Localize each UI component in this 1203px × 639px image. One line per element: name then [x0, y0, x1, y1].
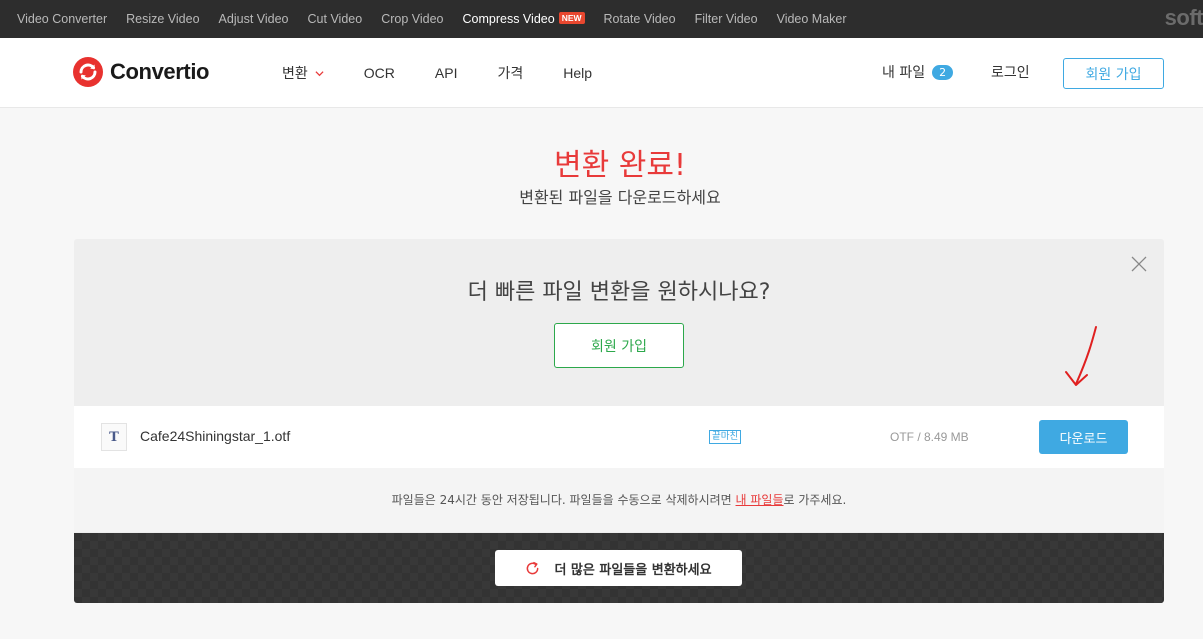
top-tools-bar: Video Converter Resize Video Adjust Vide… — [0, 0, 1203, 38]
refresh-icon — [527, 561, 539, 574]
file-name: Cafe24Shiningstar_1.otf — [140, 428, 291, 444]
my-files-count-badge: 2 — [932, 64, 954, 80]
signup-button[interactable]: 회원 가입 — [1063, 58, 1164, 89]
nav-convert-label: 변환 — [282, 65, 308, 81]
convert-more-label: 더 많은 파일들을 변환하세요 — [554, 562, 712, 578]
storage-notice-text: 파일들은 24시간 동안 저장됩니다. 파일들을 수동으로 삭제하시려면 — [391, 493, 736, 507]
red-arrow-annotation-icon — [1065, 326, 1097, 386]
my-files-label: 내 파일 — [882, 65, 926, 81]
convert-more-button[interactable]: 더 많은 파일들을 변환하세요 — [495, 550, 742, 586]
promo-signup-button[interactable]: 회원 가입 — [554, 323, 684, 368]
main-nav: 변환 OCR API 가격 Help — [282, 38, 632, 108]
file-row: T Cafe24Shiningstar_1.otf 끝마친 OTF / 8.49… — [74, 406, 1164, 468]
tool-link-crop-video[interactable]: Crop Video — [381, 12, 443, 26]
nav-ocr[interactable]: OCR — [364, 65, 395, 81]
tool-link-compress-video-label: Compress Video — [462, 12, 555, 26]
tool-link-video-maker[interactable]: Video Maker — [777, 12, 847, 26]
my-files-notice-link[interactable]: 내 파일들 — [736, 493, 784, 507]
nav-convert[interactable]: 변환 — [282, 63, 324, 83]
download-button[interactable]: 다운로드 — [1039, 420, 1128, 454]
tool-link-cut-video[interactable]: Cut Video — [308, 12, 363, 26]
tool-link-rotate-video[interactable]: Rotate Video — [604, 12, 676, 26]
convertio-logo-icon — [73, 57, 103, 87]
status-badge: 끝마친 — [709, 430, 742, 444]
close-icon[interactable] — [1131, 256, 1147, 272]
tool-link-adjust-video[interactable]: Adjust Video — [219, 12, 289, 26]
promo-text: 더 빠른 파일 변환을 원하시나요? — [467, 280, 771, 305]
chevron-down-icon — [315, 70, 324, 76]
page-title: 변환 완료! — [554, 148, 686, 183]
softo-brand-logo[interactable]: soft — [1165, 5, 1203, 31]
storage-notice-tail: 로 가주세요. — [783, 493, 847, 507]
site-header: Convertio 변환 OCR API 가격 Help 내 파일 2 로그인 … — [0, 38, 1203, 108]
my-files-link[interactable]: 내 파일 2 — [882, 62, 954, 82]
font-file-icon: T — [101, 423, 127, 451]
tool-link-video-converter[interactable]: Video Converter — [17, 12, 107, 26]
convertio-logo[interactable]: Convertio — [73, 57, 209, 87]
logo-text: Convertio — [110, 59, 210, 84]
tool-link-resize-video[interactable]: Resize Video — [126, 12, 199, 26]
new-badge: NEW — [558, 12, 585, 24]
file-meta: OTF / 8.49 MB — [890, 430, 969, 444]
nav-pricing[interactable]: 가격 — [497, 63, 523, 83]
nav-help[interactable]: Help — [563, 65, 592, 81]
page-subtitle: 변환된 파일을 다운로드하세요 — [519, 188, 721, 207]
tool-link-filter-video[interactable]: Filter Video — [695, 12, 758, 26]
storage-notice: 파일들은 24시간 동안 저장됩니다. 파일들을 수동으로 삭제하시려면 내 파… — [74, 468, 1164, 532]
login-link[interactable]: 로그인 — [991, 62, 1030, 82]
convert-more-bar: 더 많은 파일들을 변환하세요 — [74, 533, 1164, 603]
result-panel: 더 빠른 파일 변환을 원하시나요? 회원 가입 T Cafe24Shining… — [74, 239, 1164, 603]
nav-api[interactable]: API — [435, 65, 458, 81]
tool-link-compress-video[interactable]: Compress Video NEW — [463, 12, 585, 26]
tools-nav: Video Converter Resize Video Adjust Vide… — [17, 0, 866, 38]
